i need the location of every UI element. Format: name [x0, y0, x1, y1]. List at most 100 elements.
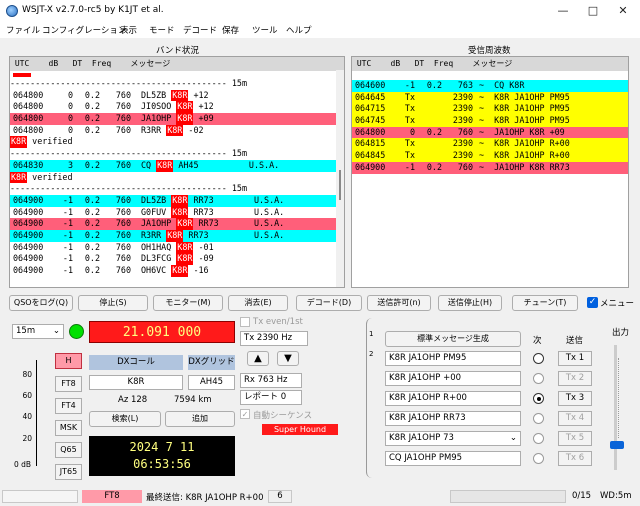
band-separator[interactable]: ----------------------------------------… — [10, 78, 344, 90]
mode-q65-button[interactable]: Q65 — [55, 442, 82, 458]
tx5-message-select[interactable]: K8R JA1OHP 73 ⌄ — [385, 431, 521, 446]
tx6-message[interactable]: CQ JA1OHP PM95 — [385, 451, 521, 466]
table-row[interactable]: 064830 3 0.2 760 CQ K8R AH45 U.S.A. — [10, 159, 344, 172]
band-separator[interactable]: ----------------------------------------… — [10, 183, 344, 195]
stop-button[interactable]: 停止(S) — [78, 295, 148, 311]
message-pre: DL3FCG — [141, 253, 177, 264]
up-arrow-button[interactable]: ▲ — [247, 351, 269, 366]
tx2-button[interactable]: Tx 2 — [558, 371, 592, 386]
menu-decode[interactable]: デコード — [183, 24, 217, 36]
menu-tools[interactable]: ツール — [252, 24, 278, 36]
auto-seq-checkbox[interactable]: ✓ — [240, 409, 250, 419]
menu-file[interactable]: ファイル — [6, 24, 40, 36]
table-row[interactable]: 064745 Tx 2390 ~ K8R JA1OHP PM95 — [352, 115, 628, 127]
tx-frequency-spinbox[interactable]: Tx 2390 Hz — [240, 331, 308, 346]
band-activity-list[interactable]: UTC dB DT Freq メッセージ -------------------… — [9, 56, 345, 288]
table-row[interactable]: K8R verified — [10, 171, 344, 184]
dx-grid-input[interactable]: AH45 — [188, 375, 235, 390]
table-row[interactable]: 064815 Tx 2390 ~ K8R JA1OHP R+00 — [352, 138, 628, 151]
table-row[interactable]: K8R verified — [10, 136, 344, 149]
band-select[interactable]: 15m ⌄ — [12, 324, 64, 339]
table-row[interactable]: 064800 0 0.2 760 ~ JA1OHP K8R +09 — [352, 126, 628, 139]
table-row[interactable]: 064900 -1 0.2 760 JA1OHP K8R RR73 U.S.A. — [10, 218, 344, 230]
status-mode: FT8 — [82, 490, 142, 503]
next-radio-1[interactable] — [533, 353, 544, 364]
table-row[interactable]: 064900 -1 0.2 760 DL3FCG K8R -09 — [10, 253, 344, 266]
mode-ft4-button[interactable]: FT4 — [55, 398, 82, 414]
maximize-icon[interactable]: □ — [578, 0, 608, 22]
tx4-message[interactable]: K8R JA1OHP RR73 — [385, 411, 521, 426]
mode-jt65-button[interactable]: JT65 — [55, 464, 82, 480]
table-row[interactable]: 064900 -1 0.2 760 ~ JA1OHP K8R RR73 — [352, 161, 628, 174]
table-row[interactable]: 064900 -1 0.2 760 OH1HAQ K8R -01 — [10, 241, 344, 254]
generate-std-msgs-button[interactable]: 標準メッセージ生成 — [385, 331, 521, 347]
cell-db: -1 — [62, 206, 73, 217]
minimize-icon[interactable]: — — [548, 0, 578, 22]
report-spinbox[interactable]: レポート 0 — [240, 390, 302, 405]
band-activity-header: UTC dB DT Freq メッセージ — [10, 57, 344, 71]
table-row[interactable]: 064800 0 0.2 760 R3RR K8R -02 — [10, 124, 344, 137]
dx-call-input[interactable]: K8R — [89, 375, 183, 390]
menus-checkbox[interactable]: ✓ — [587, 297, 598, 308]
table-row[interactable]: 064800 0 0.2 760 JA1OHP K8R +09 — [10, 113, 344, 125]
table-row[interactable]: 064900 -1 0.2 760 DL5ZB K8R RR73 U.S.A. — [10, 194, 344, 207]
tx3-message[interactable]: K8R JA1OHP R+00 — [385, 391, 521, 406]
cell-db: 0 — [67, 89, 73, 100]
table-row[interactable]: 064800 0 0.2 760 JI0SOO K8R +12 — [10, 101, 344, 114]
verified-text: verified — [27, 136, 73, 147]
table-row[interactable]: 064645 Tx 2390 ~ K8R JA1OHP PM95 — [352, 91, 628, 104]
tx1-button[interactable]: Tx 1 — [558, 351, 592, 366]
next-radio-4[interactable] — [533, 413, 544, 424]
table-row[interactable]: 064800 0 0.2 760 DL5ZB K8R +12 — [10, 89, 344, 102]
tab-1[interactable]: 1 — [369, 330, 373, 338]
rx-frequency-spinbox[interactable]: Rx 763 Hz — [240, 373, 302, 388]
table-row[interactable]: 064600 -1 0.2 763 ~ CQ K8R — [352, 80, 628, 92]
clock-date: 2024 7 11 — [129, 440, 195, 454]
table-row[interactable]: 064715 Tx 2390 ~ K8R JA1OHP PM95 — [352, 103, 628, 116]
add-button[interactable]: 追加 — [165, 411, 235, 427]
mode-ft8-button[interactable]: FT8 — [55, 376, 82, 392]
tx6-button[interactable]: Tx 6 — [558, 451, 592, 466]
band-separator[interactable]: ----------------------------------------… — [10, 148, 344, 160]
tx4-button[interactable]: Tx 4 — [558, 411, 592, 426]
tab-2[interactable]: 2 — [369, 350, 373, 358]
rx-frequency-list[interactable]: UTC dB DT Freq メッセージ 064600 -1 0.2 763 ~ CQ … — [351, 56, 629, 288]
decode-button[interactable]: デコード(D) — [296, 295, 362, 311]
tune-button[interactable]: チューン(T) — [512, 295, 578, 311]
lookup-button[interactable]: 検索(L) — [89, 411, 161, 427]
power-slider-handle[interactable] — [610, 441, 624, 449]
halt-tx-button[interactable]: 送信停止(H) — [438, 295, 502, 311]
down-arrow-button[interactable]: ▼ — [277, 351, 299, 366]
callsign-highlight: K8R — [171, 89, 189, 102]
next-radio-5[interactable] — [533, 433, 544, 444]
cell-utc: 064900 — [355, 161, 386, 172]
menu-view[interactable]: 表示 — [120, 24, 137, 36]
tx2-message[interactable]: K8R JA1OHP +00 — [385, 371, 521, 386]
next-radio-6[interactable] — [533, 453, 544, 464]
hold-button[interactable]: H — [55, 353, 82, 369]
message-post: -01 — [193, 241, 214, 252]
table-row[interactable]: 064845 Tx 2390 ~ K8R JA1OHP R+00 — [352, 150, 628, 162]
menu-configuration[interactable]: コンフィグレーション — [42, 24, 126, 36]
callsign-highlight: K8R — [10, 136, 28, 149]
mode-msk-button[interactable]: MSK — [55, 420, 82, 436]
log-qso-button[interactable]: QSOをログ(Q) — [9, 295, 73, 311]
menu-help[interactable]: ヘルプ — [286, 24, 312, 36]
tx-even-checkbox[interactable] — [240, 317, 250, 327]
next-radio-3[interactable] — [533, 393, 544, 404]
table-row[interactable]: 064900 -1 0.2 760 R3RR K8R RR73 U.S.A. — [10, 229, 344, 242]
erase-button[interactable]: 消去(E) — [228, 295, 288, 311]
menu-mode[interactable]: モード — [149, 24, 175, 36]
menu-save[interactable]: 保存 — [222, 24, 239, 36]
close-icon[interactable]: ✕ — [608, 0, 638, 22]
tx3-button[interactable]: Tx 3 — [558, 391, 592, 406]
monitor-button[interactable]: モニター(M) — [153, 295, 223, 311]
band-activity-scrollbar[interactable] — [336, 70, 344, 287]
table-row[interactable]: 064900 -1 0.2 760 OH6VC K8R -16 — [10, 265, 344, 277]
tx1-message[interactable]: K8R JA1OHP PM95 — [385, 351, 521, 366]
cell-utc: 064900 — [13, 218, 44, 229]
tx5-button[interactable]: Tx 5 — [558, 431, 592, 446]
next-radio-2[interactable] — [533, 373, 544, 384]
enable-tx-button[interactable]: 送信許可(n) — [367, 295, 431, 311]
table-row[interactable]: 064900 -1 0.2 760 G0FUV K8R RR73 U.S.A. — [10, 206, 344, 219]
